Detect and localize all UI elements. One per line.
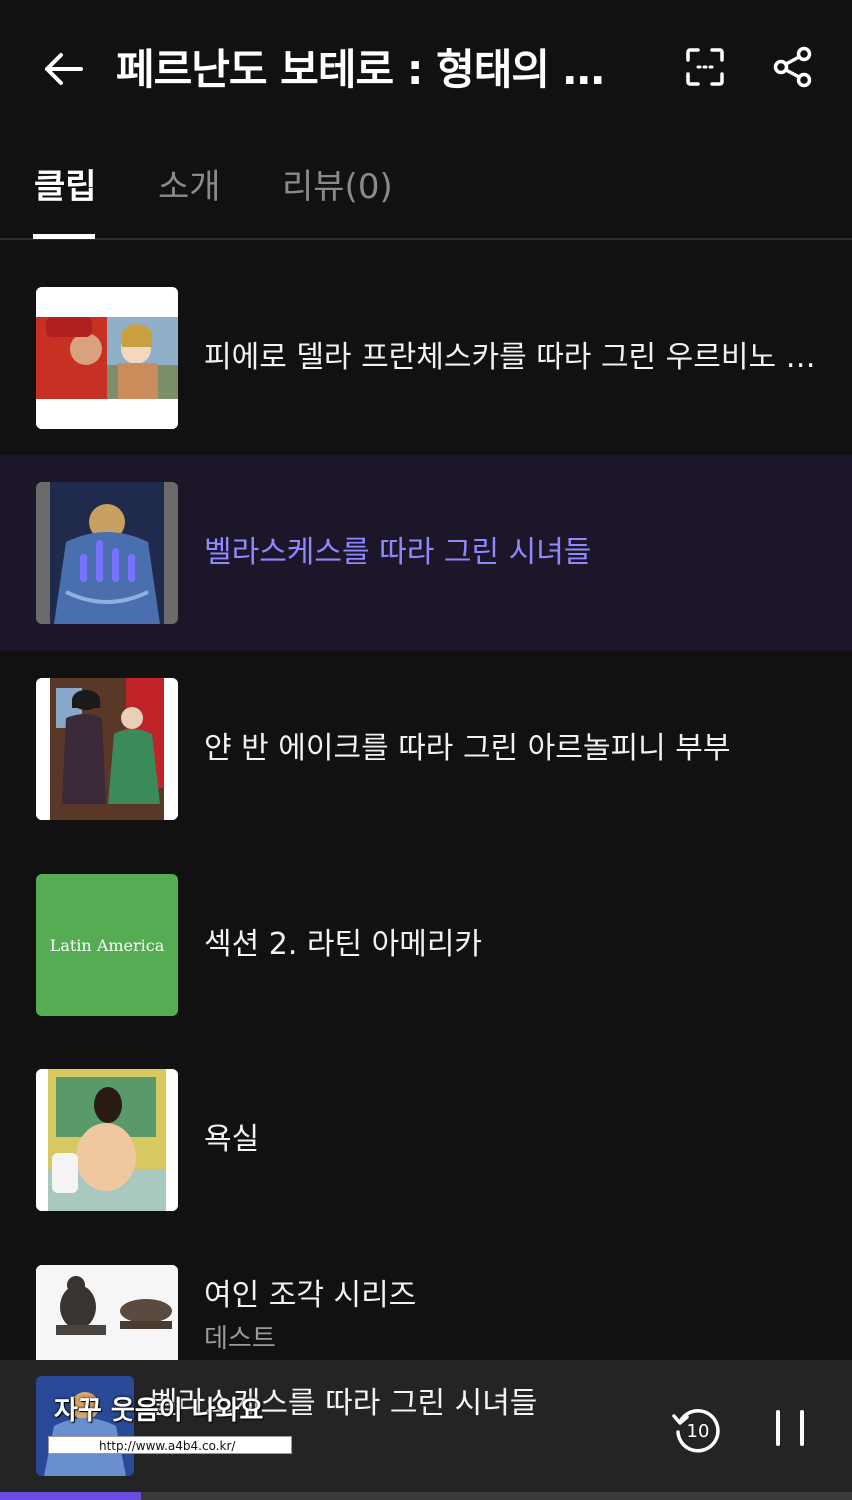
clip-thumbnail: [36, 287, 178, 429]
clip-title: 욕실: [204, 1122, 260, 1157]
rewind-10-icon: 10: [672, 1409, 720, 1453]
share-button[interactable]: [768, 42, 818, 92]
share-icon: [773, 46, 812, 88]
now-playing-icon: [80, 540, 135, 582]
page-title: 페르난도 보테로 : 형태의 관능: [116, 45, 636, 94]
clip-title: 얀 반 에이크를 따라 그린 아르놀피니 부부: [204, 731, 731, 766]
arrow-left-icon: [45, 53, 83, 85]
thumbnail-text: Latin America: [49, 935, 165, 955]
list-item[interactable]: 얀 반 에이크를 따라 그린 아르놀피니 부부: [0, 651, 852, 847]
clip-title: 벨라스케스를 따라 그린 시녀들: [204, 535, 592, 570]
playback-progress[interactable]: [0, 1492, 852, 1500]
active-tab-indicator: [33, 234, 95, 239]
rewind-label: 10: [687, 1421, 710, 1442]
clip-thumbnail: Latin America: [36, 874, 178, 1016]
tab-intro[interactable]: 소개: [158, 162, 221, 222]
clip-thumbnail: [36, 678, 178, 820]
watermark-url: http://www.a4b4.co.kr/: [48, 1436, 292, 1454]
fullscreen-icon: [686, 48, 724, 86]
watermark-text: 자꾸 웃음이 나와요: [54, 1396, 264, 1426]
app-header: 페르난도 보테로 : 형태의 관능: [0, 0, 852, 140]
rewind-10-button[interactable]: 10: [670, 1402, 724, 1456]
clip-subtitle: 데스트: [204, 1324, 276, 1354]
tab-bar: 클립 소개 리뷰(0): [0, 150, 852, 240]
pause-button[interactable]: [770, 1406, 810, 1450]
clip-title: 섹션 2. 라틴 아메리카: [204, 927, 483, 962]
list-item[interactable]: 욕실: [0, 1042, 852, 1238]
tab-reviews[interactable]: 리뷰(0): [282, 162, 393, 222]
clip-title: 피에로 델라 프란체스카를 따라 그린 우르비노 공작 부부: [204, 340, 820, 375]
tab-clips[interactable]: 클립: [34, 162, 97, 222]
fullscreen-button[interactable]: [680, 42, 730, 92]
back-button[interactable]: [38, 44, 88, 94]
playback-progress-fill: [0, 1492, 142, 1500]
list-item-playing[interactable]: 벨라스케스를 따라 그린 시녀들: [0, 455, 852, 651]
clip-thumbnail: [36, 482, 178, 624]
pause-icon: [776, 1410, 804, 1446]
mini-player[interactable]: 벨라스케스를 따라 그린 시녀들 0000 자꾸 웃음이 나와요 http://…: [0, 1360, 852, 1500]
clip-title: 여인 조각 시리즈: [204, 1278, 417, 1313]
clip-thumbnail: [36, 1069, 178, 1211]
list-item[interactable]: Latin America 섹션 2. 라틴 아메리카: [0, 847, 852, 1043]
list-item[interactable]: 피에로 델라 프란체스카를 따라 그린 우르비노 공작 부부: [0, 260, 852, 456]
